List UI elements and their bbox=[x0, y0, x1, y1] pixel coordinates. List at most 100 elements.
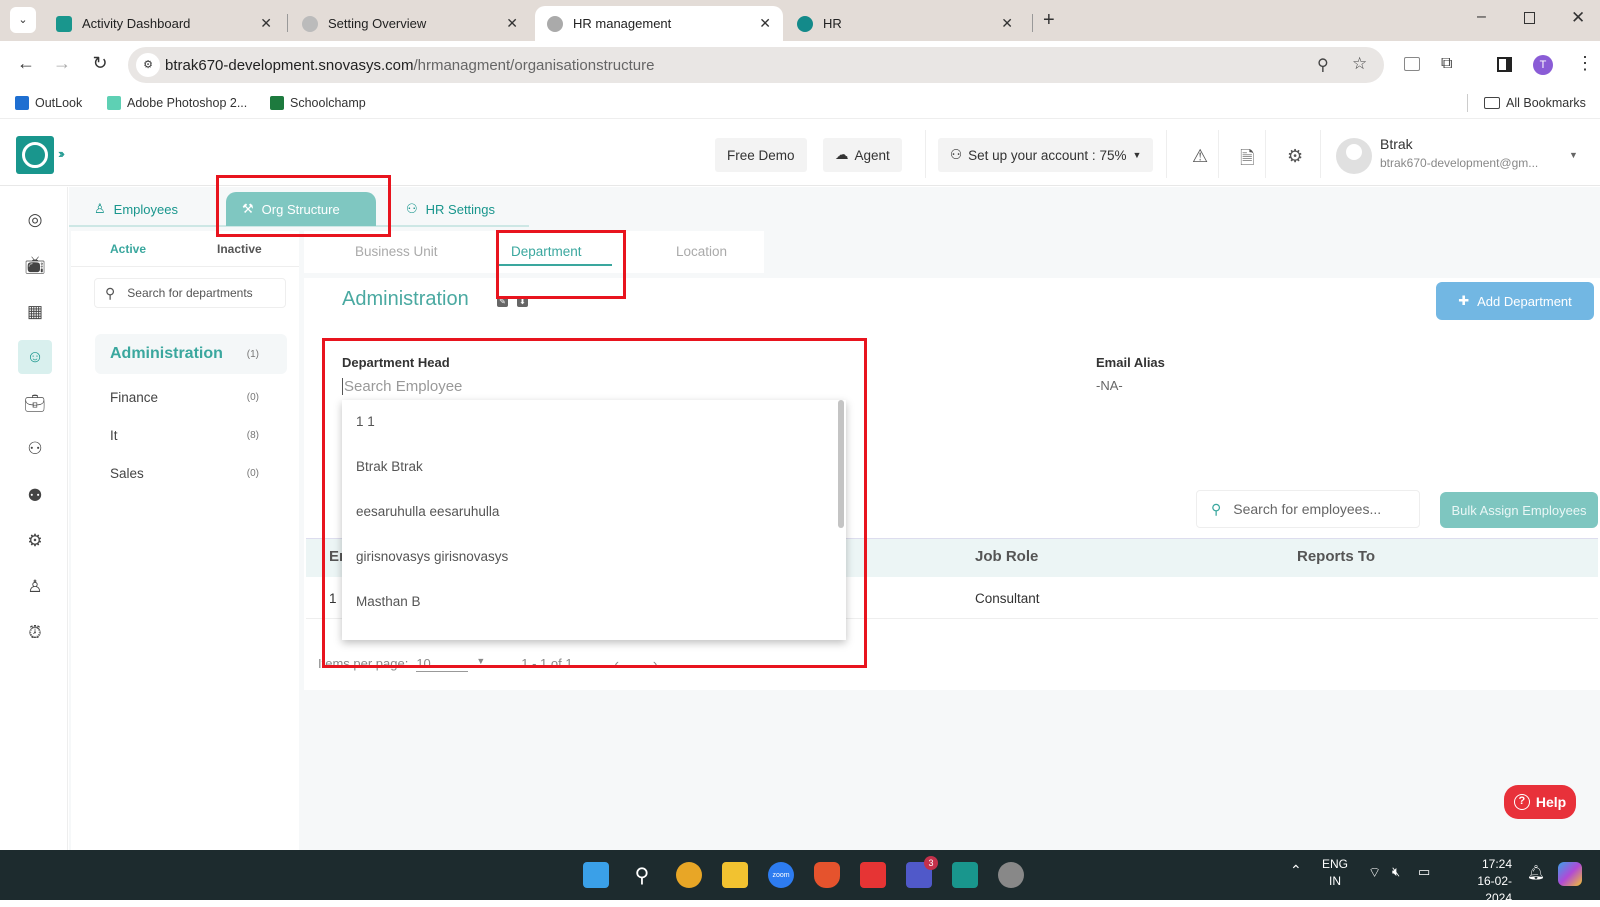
app-logo[interactable] bbox=[16, 136, 54, 174]
back-icon[interactable]: ← bbox=[14, 53, 38, 74]
free-demo-button[interactable]: Free Demo bbox=[715, 138, 807, 172]
bookmark-star-icon[interactable]: ☆ bbox=[1352, 54, 1367, 74]
bookmark-outlook[interactable]: OutLook bbox=[15, 96, 82, 110]
language-indicator[interactable]: ENG IN bbox=[1322, 856, 1348, 890]
wifi-icon[interactable]: ⌔ bbox=[1368, 864, 1381, 882]
url-text: btrak670-development.snovasys.com/hrmana… bbox=[165, 57, 655, 74]
browser-tab-setting-overview[interactable]: Setting Overview ✕ bbox=[290, 6, 530, 41]
hr-user-icon[interactable]: ☺ bbox=[18, 340, 52, 374]
excel-icon bbox=[270, 96, 284, 110]
anydesk-icon[interactable] bbox=[860, 862, 886, 888]
close-tab-icon[interactable]: ✕ bbox=[1001, 15, 1013, 32]
briefcase-icon[interactable]: 💼︎ bbox=[18, 387, 52, 421]
document-icon[interactable]: 🗎 bbox=[1240, 146, 1254, 176]
browser-tab-hr[interactable]: HR ✕ bbox=[785, 6, 1025, 41]
bookmark-photoshop[interactable]: Adobe Photoshop 2... bbox=[107, 96, 247, 110]
team-icon[interactable]: ⚉ bbox=[18, 479, 52, 513]
copilot-icon[interactable] bbox=[1558, 862, 1582, 886]
settings-icon[interactable]: ⚙ bbox=[18, 524, 52, 558]
tab-list-button[interactable]: ⌄ bbox=[10, 7, 36, 33]
tab-hr-settings[interactable]: ⚇ HR Settings bbox=[390, 192, 511, 226]
new-tab-icon[interactable]: + bbox=[1043, 9, 1055, 32]
zoom-app-icon[interactable]: zoom bbox=[768, 862, 794, 888]
close-tab-icon[interactable]: ✕ bbox=[260, 15, 272, 32]
close-window-icon[interactable]: ✕ bbox=[1571, 8, 1585, 28]
site-info-icon[interactable]: ⚙ bbox=[136, 53, 160, 77]
agent-button[interactable]: ☁ Agent bbox=[823, 138, 902, 172]
tab-title: HR bbox=[823, 16, 842, 31]
browser-tab-activity-dashboard[interactable]: Activity Dashboard ✕ bbox=[44, 6, 284, 41]
close-tab-icon[interactable]: ✕ bbox=[759, 15, 771, 32]
clock[interactable]: 17:24 16-02-2024 bbox=[1452, 856, 1512, 907]
users-icon[interactable]: ⚇ bbox=[18, 432, 52, 466]
icon-sidebar: ◎ 📺︎ ▦ ☺ 💼︎ ⚇ ⚉ ⚙ ♙ ⏰︎ bbox=[0, 187, 68, 850]
department-search-input[interactable]: ⚲ Search for departments bbox=[94, 278, 286, 308]
department-item-administration[interactable]: Administration (1) bbox=[95, 334, 287, 374]
highlight-org-structure bbox=[216, 175, 391, 237]
globe-icon bbox=[302, 15, 318, 32]
bookmark-schoolchamp[interactable]: Schoolchamp bbox=[270, 96, 366, 110]
setup-account-dropdown[interactable]: ⚇ Set up your account : 75% ▼ bbox=[938, 138, 1154, 172]
expand-sidebar-icon[interactable]: ››› bbox=[58, 146, 65, 161]
muted-speaker-icon[interactable]: 🔇︎ bbox=[1392, 864, 1400, 880]
user-email: btrak670-development@gm... bbox=[1380, 156, 1539, 170]
app-clock-icon[interactable] bbox=[952, 862, 978, 888]
app-clock-icon bbox=[56, 15, 72, 32]
user-name: Btrak bbox=[1380, 136, 1413, 152]
extensions-icon[interactable]: ⧉ bbox=[1441, 55, 1452, 73]
bulk-assign-employees-button[interactable]: Bulk Assign Employees bbox=[1440, 492, 1598, 528]
chrome-icon[interactable] bbox=[676, 862, 702, 888]
cast-icon[interactable] bbox=[1404, 57, 1420, 71]
close-tab-icon[interactable]: ✕ bbox=[506, 15, 518, 32]
department-item-sales[interactable]: Sales (0) bbox=[95, 453, 287, 493]
browser-tab-bar: ⌄ Activity Dashboard ✕ Setting Overview … bbox=[0, 0, 1600, 41]
filter-active[interactable]: Active bbox=[110, 242, 146, 256]
all-bookmarks[interactable]: All Bookmarks bbox=[1484, 96, 1586, 110]
forward-icon[interactable]: → bbox=[50, 53, 74, 74]
warning-icon[interactable]: ⚠ bbox=[1192, 146, 1208, 167]
users-settings-icon: ⚇ bbox=[406, 201, 418, 216]
add-department-button[interactable]: ✚ Add Department bbox=[1436, 282, 1594, 320]
column-header-reports-to[interactable]: Reports To bbox=[1297, 548, 1375, 565]
help-button[interactable]: ? Help bbox=[1504, 785, 1576, 819]
user-avatar[interactable] bbox=[1336, 138, 1372, 174]
search-icon[interactable]: ⚲ bbox=[629, 862, 655, 888]
question-icon: ? bbox=[1513, 794, 1530, 810]
brave-icon[interactable] bbox=[814, 862, 840, 888]
side-panel-icon[interactable] bbox=[1497, 57, 1512, 72]
profile-avatar[interactable]: T bbox=[1533, 55, 1553, 75]
teams-icon[interactable]: 3 bbox=[906, 856, 938, 888]
battery-icon[interactable]: ▭ bbox=[1418, 864, 1430, 880]
profile-icon[interactable]: ♙ bbox=[18, 570, 52, 604]
subtab-business-unit[interactable]: Business Unit bbox=[355, 244, 438, 259]
dashboard-icon[interactable]: ◎ bbox=[18, 203, 52, 237]
tab-employees[interactable]: ♙ Employees bbox=[78, 192, 194, 226]
settings-app-icon[interactable] bbox=[998, 862, 1024, 888]
browser-menu-icon[interactable]: ⋮ bbox=[1576, 53, 1594, 74]
reload-icon[interactable]: ↻ bbox=[88, 53, 112, 74]
photoshop-icon bbox=[107, 96, 121, 110]
browser-tab-hr-management[interactable]: HR management ✕ bbox=[535, 6, 783, 41]
notification-badge: 3 bbox=[924, 856, 938, 870]
filter-inactive[interactable]: Inactive bbox=[217, 242, 262, 256]
zoom-icon[interactable]: ⚲ bbox=[1317, 55, 1329, 75]
department-item-finance[interactable]: Finance (0) bbox=[95, 377, 287, 417]
subtab-location[interactable]: Location bbox=[676, 244, 727, 259]
department-item-it[interactable]: It (8) bbox=[95, 415, 287, 455]
windows-taskbar bbox=[0, 850, 1600, 900]
tv-icon[interactable]: 📺︎ bbox=[18, 249, 52, 283]
restore-icon[interactable] bbox=[1524, 12, 1535, 24]
highlight-department-head bbox=[322, 338, 867, 668]
start-icon[interactable] bbox=[583, 862, 609, 888]
file-explorer-icon[interactable] bbox=[722, 862, 748, 888]
tray-expand-icon[interactable]: ⌃ bbox=[1290, 862, 1302, 879]
settings-gear-icon[interactable]: ⚙ bbox=[1287, 146, 1303, 167]
globe-icon bbox=[547, 15, 563, 32]
minimize-icon[interactable]: – bbox=[1477, 8, 1486, 26]
column-header-job-role[interactable]: Job Role bbox=[975, 548, 1038, 565]
alarm-clock-icon[interactable]: ⏰︎ bbox=[18, 616, 52, 650]
user-menu-caret-icon[interactable]: ▼ bbox=[1569, 150, 1578, 160]
employee-search-input[interactable]: ⚲ Search for employees... bbox=[1196, 490, 1420, 528]
calendar-icon[interactable]: ▦ bbox=[18, 295, 52, 329]
notification-bell-icon[interactable]: 🔔︎ bbox=[1527, 864, 1545, 881]
